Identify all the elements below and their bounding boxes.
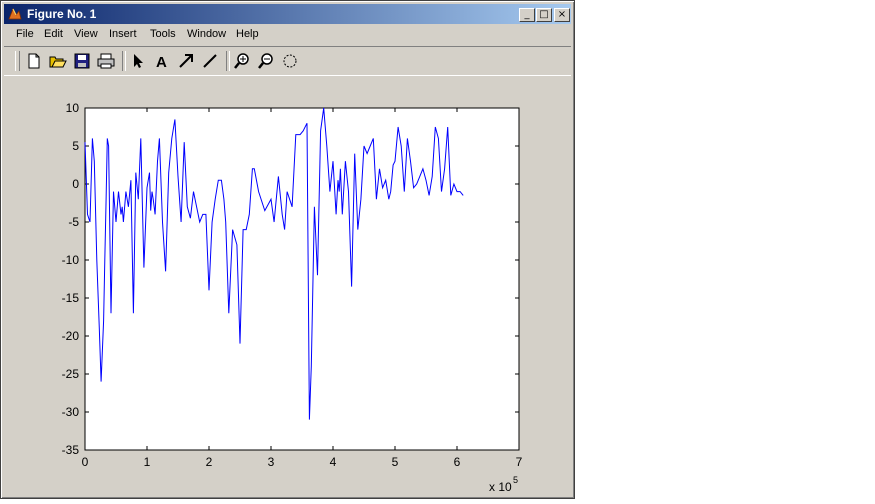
y-tick-label: -15 — [62, 291, 80, 305]
y-tick-label: 5 — [72, 139, 79, 153]
y-tick-label: -25 — [62, 367, 80, 381]
y-tick-label: -30 — [62, 405, 80, 419]
y-tick-label: -20 — [62, 329, 80, 343]
x-axis-multiplier-exponent: 5 — [513, 475, 518, 485]
x-tick-label: 5 — [392, 455, 399, 469]
y-tick-label: 10 — [66, 101, 80, 115]
plot-figure[interactable]: 0 1 2 3 4 5 6 7 10 5 0 -5 -10 -15 -20 -25 -30 -35 x 10 5 — [1, 1, 576, 500]
x-tick-label: 0 — [82, 455, 89, 469]
x-tick-label: 7 — [516, 455, 523, 469]
x-axis-multiplier: x 10 — [489, 480, 512, 494]
x-tick-label: 1 — [144, 455, 151, 469]
x-tick-label: 2 — [206, 455, 213, 469]
x-tick-label: 6 — [454, 455, 461, 469]
y-tick-label: -10 — [62, 253, 80, 267]
y-tick-label: 0 — [72, 177, 79, 191]
x-tick-label: 3 — [268, 455, 275, 469]
y-tick-label: -5 — [68, 215, 79, 229]
y-tick-label: -35 — [62, 443, 80, 457]
figure-window: Figure No. 1 _ □ × File Edit View Insert… — [0, 0, 575, 499]
axes-background — [84, 107, 520, 451]
x-tick-label: 4 — [330, 455, 337, 469]
